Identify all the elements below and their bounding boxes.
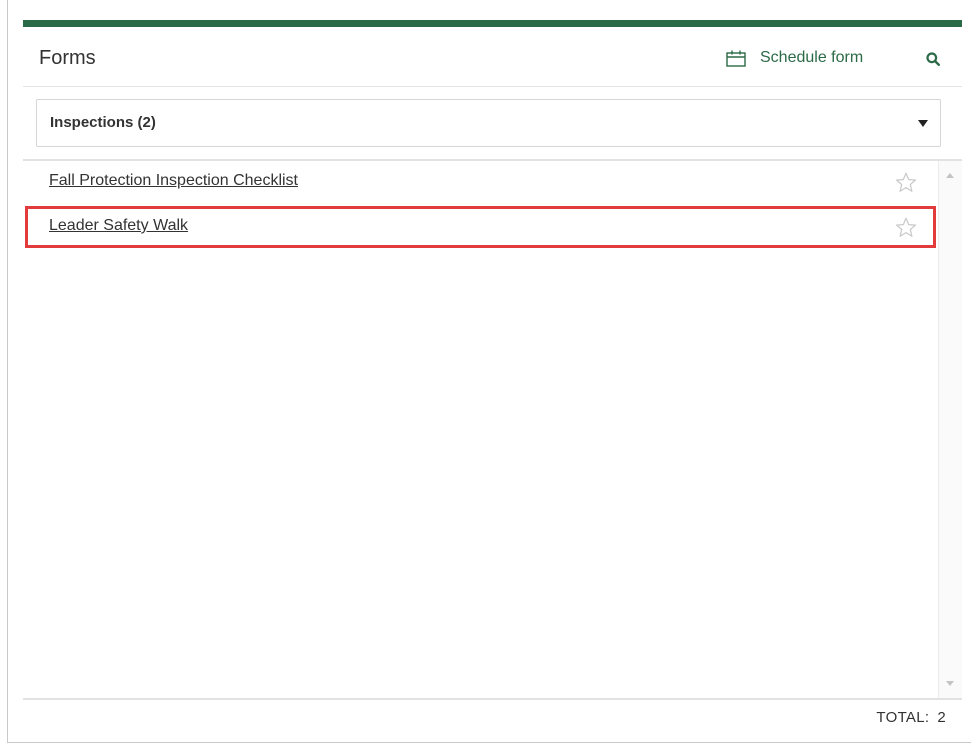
form-link-fall-protection-inspection-checklist[interactable]: Fall Protection Inspection Checklist bbox=[49, 172, 298, 190]
forms-panel: Forms Schedule form Inspections (2) Fall… bbox=[23, 20, 962, 742]
scroll-up-arrow-icon[interactable] bbox=[946, 173, 954, 178]
accent-bar bbox=[23, 20, 962, 27]
form-category-value: Inspections (2) bbox=[50, 114, 156, 131]
total-value: 2 bbox=[937, 709, 946, 726]
list-scrollbar[interactable] bbox=[938, 161, 962, 698]
star-outline-icon[interactable] bbox=[895, 217, 917, 238]
list-item: Fall Protection Inspection Checklist bbox=[23, 161, 936, 203]
outer-border-left bbox=[7, 0, 8, 743]
form-link-leader-safety-walk[interactable]: Leader Safety Walk bbox=[49, 217, 188, 235]
schedule-form-label: Schedule form bbox=[760, 49, 864, 66]
total-count: TOTAL: 2 bbox=[876, 709, 946, 726]
caret-down-icon bbox=[918, 120, 928, 127]
star-outline-icon[interactable] bbox=[895, 172, 917, 193]
calendar-icon bbox=[726, 50, 746, 67]
outer-border-bottom bbox=[7, 742, 971, 743]
schedule-form-button[interactable]: Schedule form bbox=[726, 49, 863, 67]
search-button[interactable] bbox=[926, 52, 941, 71]
total-label: TOTAL: bbox=[876, 709, 930, 726]
search-icon bbox=[926, 52, 941, 67]
panel-title: Forms bbox=[39, 47, 96, 69]
scroll-down-arrow-icon[interactable] bbox=[946, 681, 954, 686]
forms-list: Fall Protection Inspection Checklist Lea… bbox=[23, 159, 962, 700]
form-category-select[interactable]: Inspections (2) bbox=[36, 99, 941, 147]
list-item: Leader Safety Walk bbox=[23, 206, 936, 248]
header-divider bbox=[23, 86, 962, 87]
